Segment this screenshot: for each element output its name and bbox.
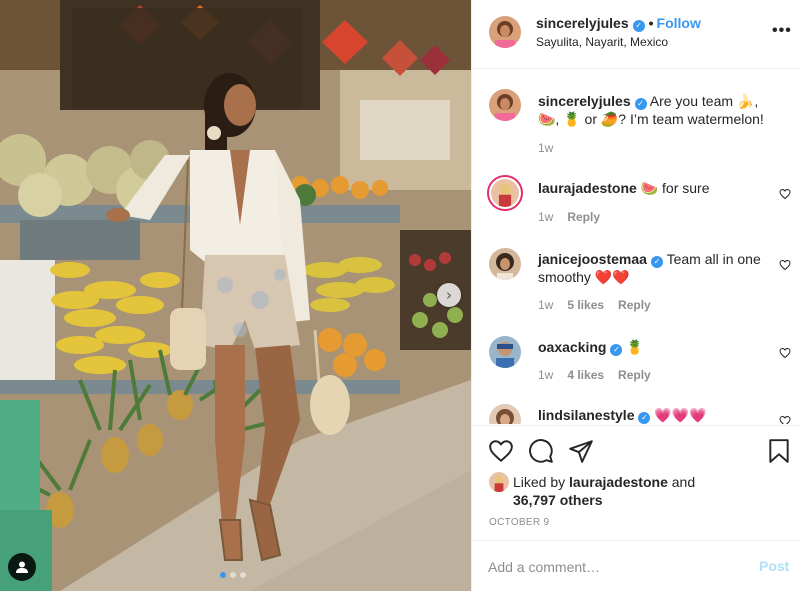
post-comment-button[interactable]: Post [759, 558, 789, 574]
user-tag-icon [16, 561, 28, 573]
post-date[interactable]: OCTOBER 9 [489, 517, 549, 528]
comment-text: 💗💗💗 [654, 407, 707, 423]
author-avatar[interactable] [489, 16, 521, 48]
add-comment-bar: Post [472, 540, 800, 591]
verified-badge-icon: ✓ [638, 412, 651, 424]
comment-text: 🍍 [626, 339, 644, 355]
comment-avatar[interactable] [489, 404, 521, 424]
post-actions: Liked by laurajadestone and 36,797 other… [472, 425, 800, 540]
comment-likes-count[interactable]: 4 likes [567, 368, 604, 382]
comment-username[interactable]: lindsilanestyle [538, 407, 634, 423]
verified-badge-icon: ✓ [632, 20, 645, 32]
comment-avatar[interactable] [487, 175, 523, 211]
comment-like-heart-icon[interactable] [779, 259, 791, 271]
comment-icon[interactable] [528, 438, 554, 464]
comment-avatar[interactable] [489, 248, 521, 280]
carousel-dot-active [220, 572, 226, 578]
heart-icon[interactable] [488, 438, 514, 464]
post-location[interactable]: Sayulita, Nayarit, Mexico [536, 35, 668, 49]
comment-text: 🍉 for sure [640, 180, 710, 196]
header-separator: • [648, 15, 654, 31]
carousel-dots [220, 572, 246, 578]
bookmark-icon[interactable] [766, 438, 792, 464]
carousel-dot [230, 572, 236, 578]
liked-by-and: and [671, 474, 696, 490]
market-photo-image [0, 0, 471, 591]
comment-meta: 1w 5 likes Reply [538, 298, 651, 312]
comment-text-block: janicejoostemaa ✓ Team all in one smoothy… [538, 250, 768, 286]
carousel-dot [240, 572, 246, 578]
more-options-icon[interactable]: ••• [772, 22, 792, 40]
verified-badge-icon: ✓ [610, 344, 623, 356]
caption-meta: 1w [538, 141, 553, 155]
comment-meta: 1w Reply [538, 210, 600, 224]
liked-by-avatar[interactable] [489, 472, 509, 492]
comment-username[interactable]: oaxacking [538, 339, 606, 355]
liked-by-user[interactable]: laurajadestone [569, 474, 668, 490]
comment-text-block: laurajadestone 🍉 for sure [538, 179, 768, 197]
liked-by-others[interactable]: 36,797 others [513, 492, 603, 508]
user-tag-button[interactable] [8, 553, 36, 581]
liked-by-prefix: Liked by [513, 474, 566, 490]
verified-badge-icon: ✓ [650, 256, 663, 268]
post-photo[interactable]: › [0, 0, 471, 591]
comment-avatar[interactable] [489, 336, 521, 368]
comment-time[interactable]: 1w [538, 210, 553, 224]
caption-text-block: sincerelyjules ✓ Are you team 🍌, 🍉, 🍍 or … [538, 92, 768, 128]
comment-like-heart-icon[interactable] [779, 188, 791, 200]
next-photo-button[interactable]: › [437, 283, 461, 307]
liked-by-text: Liked by laurajadestone and 36,797 other… [513, 473, 695, 509]
comment-like-heart-icon[interactable] [779, 347, 791, 359]
comment-likes-count[interactable]: 5 likes [567, 298, 604, 312]
comment-text-block: lindsilanestyle ✓ 💗💗💗 [538, 406, 768, 424]
follow-button[interactable]: Follow [657, 15, 701, 31]
comment-time[interactable]: 1w [538, 298, 553, 312]
comment-meta: 1w 4 likes Reply [538, 368, 651, 382]
comment-username[interactable]: laurajadestone [538, 180, 637, 196]
comment-like-heart-icon[interactable] [779, 415, 791, 424]
comment-username[interactable]: janicejoostemaa [538, 251, 647, 267]
author-username[interactable]: sincerelyjules [536, 15, 629, 31]
reply-button[interactable]: Reply [618, 298, 651, 312]
verified-badge-icon: ✓ [634, 98, 647, 110]
comments-list[interactable]: sincerelyjules ✓ Are you team 🍌, 🍉, 🍍 or … [472, 70, 800, 424]
reply-button[interactable]: Reply [618, 368, 651, 382]
caption-author-avatar[interactable] [489, 89, 521, 121]
caption-username[interactable]: sincerelyjules [538, 93, 631, 109]
post-header: sincerelyjules ✓ • Follow Sayulita, Nayarit… [472, 0, 800, 69]
comment-text-block: oaxacking ✓ 🍍 [538, 338, 768, 356]
caption-time[interactable]: 1w [538, 141, 553, 155]
add-comment-input[interactable] [488, 557, 728, 577]
share-icon[interactable] [568, 438, 594, 464]
comment-time[interactable]: 1w [538, 368, 553, 382]
reply-button[interactable]: Reply [567, 210, 600, 224]
post-side-panel: sincerelyjules ✓ • Follow Sayulita, Nayarit… [471, 0, 800, 591]
